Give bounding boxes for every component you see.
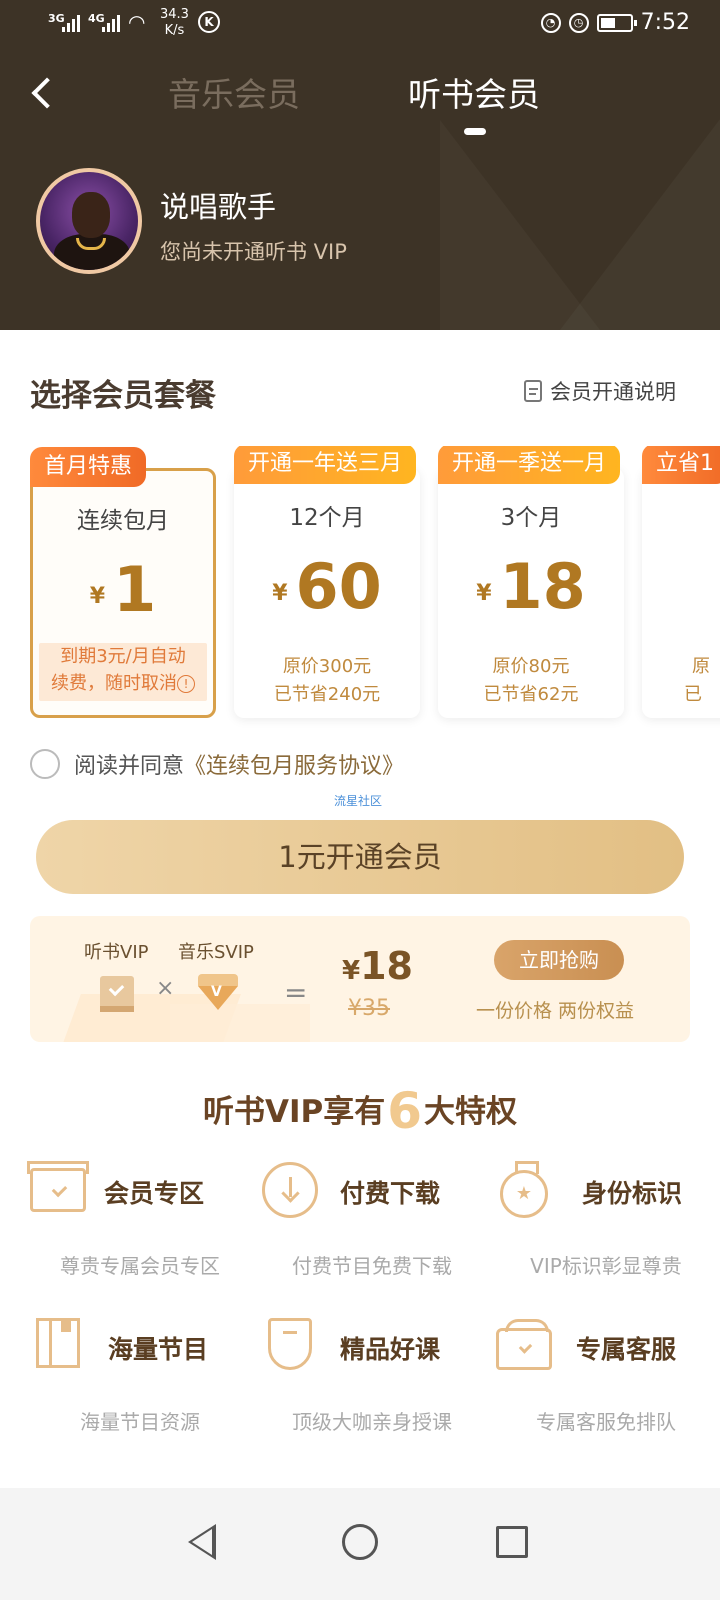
privilege-item-service[interactable]: 专属客服 专属客服免排队 xyxy=(496,1318,716,1434)
dnd-icon: ◔ xyxy=(540,12,561,33)
plan-name: 连续包月 xyxy=(77,508,169,534)
system-nav-bar xyxy=(0,1488,720,1600)
privilege-name: 专属客服 xyxy=(576,1335,677,1364)
header-decoration xyxy=(440,120,600,330)
plan-tag: 立省1 xyxy=(642,446,720,484)
info-icon[interactable]: ! xyxy=(177,675,195,693)
plan-name: 12个月 xyxy=(289,505,365,531)
privilege-item-member-zone[interactable]: 会员专区 尊贵专属会员专区 xyxy=(27,1161,250,1278)
diamond-icon: V xyxy=(198,974,238,1010)
bookmark-icon xyxy=(268,1318,312,1370)
privilege-desc: VIP标识彰显尊贵 xyxy=(530,1254,682,1278)
privilege-desc: 顶级大咖亲身授课 xyxy=(292,1410,452,1434)
buy-now-button[interactable]: 立即抢购 xyxy=(494,940,624,980)
times-sign: × xyxy=(156,976,175,1001)
membership-explain-link[interactable]: 会员开通说明 xyxy=(524,376,676,406)
agreement-row: 阅读并同意《连续包月服务协议》 xyxy=(30,748,404,780)
plan-card-3-months[interactable]: 开通一季送一月 3个月 ¥18 原价80元 已节省62元 xyxy=(438,446,624,718)
phone-icon xyxy=(496,1319,552,1370)
signal-bars-icon xyxy=(102,14,120,32)
plan-original-price: 原 xyxy=(692,656,710,677)
plan-name: 3个月 xyxy=(500,505,562,531)
privilege-desc: 付费节目免费下载 xyxy=(292,1254,452,1278)
tab-audiobook-membership[interactable]: 听书会员 xyxy=(408,68,540,116)
agreement-text: 阅读并同意 xyxy=(74,754,185,779)
plan-card-partial[interactable]: 立省1 1 ¥ 原 已 xyxy=(642,446,720,718)
privileges-title: 听书VIP享有6大特权 xyxy=(202,1082,518,1140)
plan-tag: 开通一年送三月 xyxy=(234,446,417,484)
bundle-label-audiobook: 听书VIP xyxy=(84,942,149,963)
privilege-item-courses[interactable]: 精品好课 顶级大咖亲身授课 xyxy=(262,1318,482,1434)
plan-card-12-months[interactable]: 开通一年送三月 12个月 ¥60 原价300元 已节省240元 xyxy=(234,446,420,718)
agreement-link[interactable]: 《连续包月服务协议》 xyxy=(184,754,404,779)
plan-saved-amount: 已节省240元 xyxy=(273,684,381,705)
box-icon xyxy=(27,1161,89,1212)
tab-music-membership[interactable]: 音乐会员 xyxy=(168,68,300,116)
privilege-desc: 专属客服免排队 xyxy=(536,1410,676,1434)
book-icon xyxy=(36,1318,80,1368)
plan-price: ¥60 xyxy=(272,550,382,623)
privilege-item-download[interactable]: 付费下载 付费节目免费下载 xyxy=(262,1162,482,1278)
speed-value: 34.3 xyxy=(160,7,189,22)
bundle-note: 一份价格 两份权益 xyxy=(476,1000,635,1022)
plan-price: ¥18 xyxy=(476,550,586,623)
watermark: 流星社区 xyxy=(334,794,383,808)
privilege-name: 付费下载 xyxy=(340,1179,441,1208)
vip-status-text: 您尚未开通听书 VIP xyxy=(160,240,347,264)
section-title: 选择会员套餐 xyxy=(30,378,216,414)
battery-icon xyxy=(596,13,637,32)
privilege-item-programs[interactable]: 海量节目 海量节目资源 xyxy=(30,1318,250,1434)
download-icon xyxy=(262,1162,318,1218)
back-arrow-icon[interactable] xyxy=(28,74,62,114)
plan-original-price: 原价300元 xyxy=(282,656,372,677)
auto-renew-note: 到期3元/月自动 续费，随时取消! xyxy=(39,643,207,701)
privilege-desc: 海量节目资源 xyxy=(80,1410,200,1434)
plan-saved-amount: 已 xyxy=(684,684,702,705)
plan-tag: 首月特惠 xyxy=(30,447,147,487)
open-membership-button[interactable]: 1元开通会员 xyxy=(36,820,684,894)
clock: 7:52 xyxy=(640,10,690,35)
plan-saved-amount: 已节省62元 xyxy=(483,684,579,705)
privilege-item-identity[interactable]: 身份标识 VIP标识彰显尊贵 xyxy=(496,1161,716,1278)
nav-back-icon[interactable] xyxy=(188,1524,216,1560)
status-right: ◔ ◷ 7:52 xyxy=(540,10,690,35)
document-icon xyxy=(524,380,542,402)
plan-card-monthly[interactable]: 首月特惠 连续包月 ¥1 到期3元/月自动 续费，随时取消! xyxy=(30,447,216,718)
plan-tag: 开通一季送一月 xyxy=(438,446,621,484)
avatar[interactable] xyxy=(36,168,142,274)
agreement-checkbox[interactable] xyxy=(30,749,60,779)
k-app-icon: K xyxy=(198,11,220,33)
user-name: 说唱歌手 xyxy=(160,190,277,224)
bundle-label-music: 音乐SVIP xyxy=(178,942,254,963)
privilege-name: 身份标识 xyxy=(582,1179,683,1208)
speed-unit: K/s xyxy=(164,23,185,38)
plan-list: 首月特惠 连续包月 ¥1 到期3元/月自动 续费，随时取消! 开通一年送三月 1… xyxy=(0,446,720,730)
plan-original-price: 原价80元 xyxy=(492,656,570,677)
signal-bars-icon xyxy=(62,14,80,32)
plan-price: ¥ xyxy=(642,550,720,581)
network-speed: 34.3 K/s xyxy=(160,7,189,39)
nav-recents-icon[interactable] xyxy=(496,1526,528,1558)
nav-home-icon[interactable] xyxy=(342,1524,378,1560)
privilege-desc: 尊贵专属会员专区 xyxy=(60,1254,220,1278)
audiobook-vip-icon xyxy=(100,976,134,1012)
privilege-name: 会员专区 xyxy=(104,1179,205,1208)
alarm-icon: ◷ xyxy=(568,12,589,33)
plan-price: ¥1 xyxy=(89,553,157,626)
bundle-promo[interactable]: 听书VIP 音乐SVIP × V = ¥18 ¥35 立即抢购 一份价格 两份权… xyxy=(30,916,690,1042)
explain-label: 会员开通说明 xyxy=(550,380,676,404)
bundle-original-price: ¥35 xyxy=(348,996,390,1021)
bundle-price: ¥18 xyxy=(342,944,413,988)
privilege-name: 精品好课 xyxy=(340,1335,441,1364)
status-bar: 3G 4G ◠ 34.3 K/s K ◔ ◷ 7:52 xyxy=(0,0,720,50)
wifi-icon: ◠ xyxy=(128,10,146,34)
header: 3G 4G ◠ 34.3 K/s K ◔ ◷ 7:52 音乐会员 听书会员 说唱… xyxy=(0,0,720,330)
equals-sign: = xyxy=(284,976,308,1009)
medal-icon xyxy=(500,1161,548,1218)
privilege-name: 海量节目 xyxy=(108,1335,209,1364)
active-tab-indicator xyxy=(464,128,486,135)
